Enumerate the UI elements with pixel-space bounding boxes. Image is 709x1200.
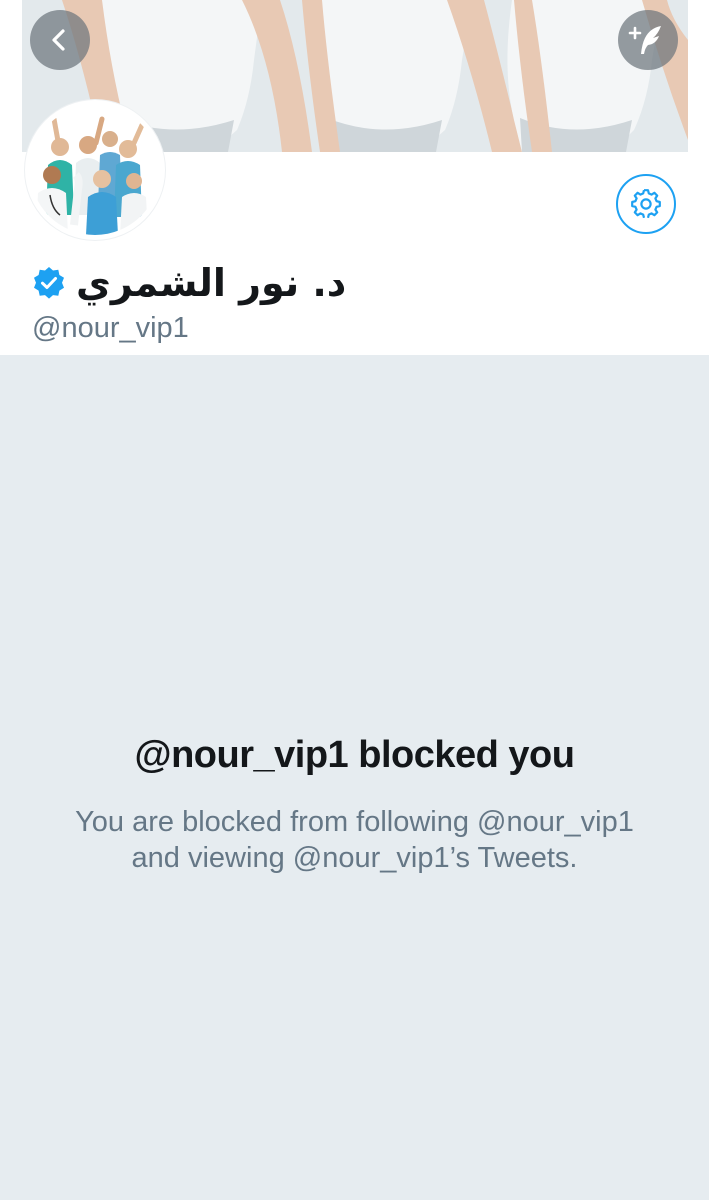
back-button[interactable] (30, 10, 90, 70)
blocked-title: @nour_vip1 blocked you (134, 734, 575, 776)
verified-badge-icon (32, 266, 66, 300)
profile-display-name: د. نور الشمري (76, 261, 347, 305)
compose-tweet-button[interactable] (618, 10, 678, 70)
profile-handle: @nour_vip1 (32, 312, 189, 344)
gear-icon (631, 189, 661, 219)
avatar-image (30, 105, 160, 235)
profile-name-row: د. نور الشمري (32, 258, 346, 308)
chevron-left-icon (52, 29, 65, 51)
profile-screen: د. نور الشمري @nour_vip1 @nour_vip1 bloc… (0, 0, 709, 1200)
compose-tweet-icon (628, 26, 661, 54)
profile-header: د. نور الشمري @nour_vip1 (0, 0, 709, 355)
blocked-description: You are blocked from following @nour_vip… (75, 806, 634, 874)
profile-avatar[interactable] (25, 100, 165, 240)
blocked-notice: @nour_vip1 blocked you You are blocked f… (0, 720, 709, 876)
settings-button[interactable] (616, 174, 676, 234)
